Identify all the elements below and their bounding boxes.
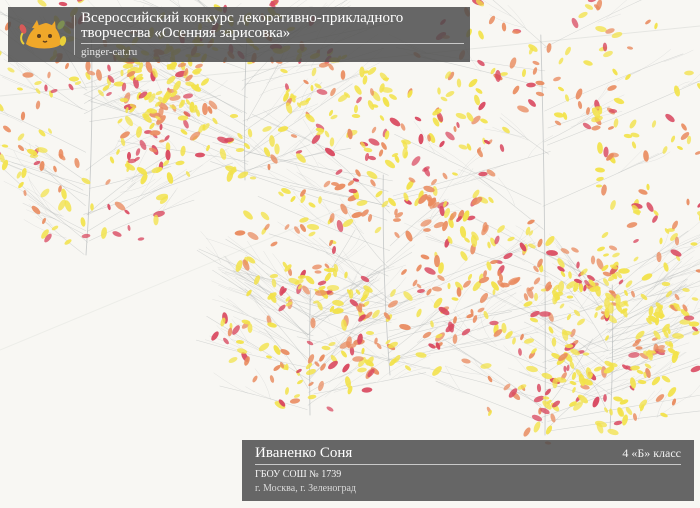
class-label: 4 «Б» класс xyxy=(622,446,681,460)
author-rule xyxy=(255,464,681,465)
contest-title: Всероссийский конкурс декоративно-прикла… xyxy=(81,10,404,41)
autumn-trees-drawing xyxy=(0,0,700,508)
author-banner: Иваненко Соня 4 «Б» класс ГБОУ СОШ № 173… xyxy=(242,440,694,501)
leaf-mark xyxy=(658,349,666,353)
leaf-mark xyxy=(590,255,596,265)
author-name: Иваненко Соня xyxy=(255,445,353,461)
cat-logo-icon xyxy=(19,20,67,49)
leaf-mark xyxy=(635,346,643,350)
leaf-mark xyxy=(119,97,129,103)
leaf-mark xyxy=(326,285,340,291)
title-rule xyxy=(81,43,464,44)
banner-divider xyxy=(74,15,75,55)
contest-banner: Всероссийский конкурс декоративно-прикла… xyxy=(8,7,470,62)
artwork-frame: Всероссийский конкурс декоративно-прикла… xyxy=(0,0,700,508)
leaf-mark xyxy=(566,295,574,299)
leaf-mark xyxy=(534,292,538,302)
leaf-mark xyxy=(539,311,551,317)
leaf-mark xyxy=(447,282,451,290)
paper-background xyxy=(0,0,700,508)
school-location: г. Москва, г. Зеленоград xyxy=(255,483,357,494)
site-name: ginger-cat.ru xyxy=(81,46,138,58)
school-name: ГБОУ СОШ № 1739 xyxy=(255,469,342,480)
